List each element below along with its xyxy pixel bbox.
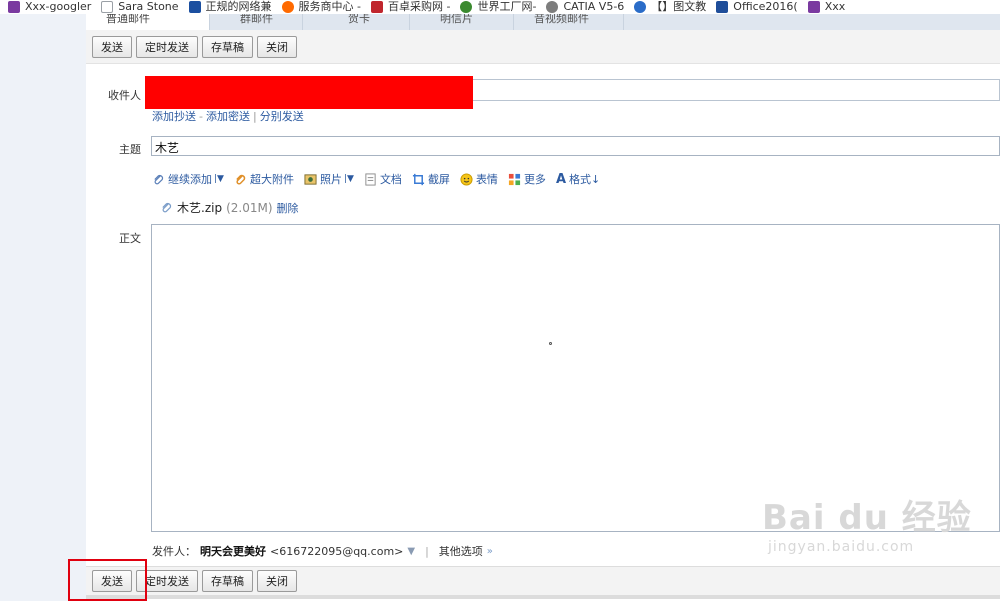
subject-label: 主题: [119, 143, 141, 156]
site-icon: [371, 1, 384, 13]
bookmark-item[interactable]: Office2016(: [716, 0, 798, 14]
bookmark-item[interactable]: Sara Stone: [101, 0, 179, 14]
sender-label: 发件人：: [152, 545, 196, 558]
tab-greeting-card[interactable]: 贺卡: [303, 14, 410, 30]
top-toolbar: 发送 定时发送 存草稿 关闭: [86, 30, 1000, 64]
tab-video-mail[interactable]: 音视频邮件: [514, 14, 624, 30]
separate-send-link[interactable]: 分别发送: [260, 110, 304, 123]
format-button[interactable]: A 格式 ↓: [556, 171, 600, 187]
catia-icon: [546, 1, 559, 13]
emoji-icon: [460, 172, 473, 186]
chevron-double-down-icon[interactable]: »: [487, 546, 493, 557]
bookmark-item[interactable]: Xxx: [807, 0, 845, 14]
photo-button[interactable]: 照片 |▼: [304, 171, 354, 187]
save-draft-button[interactable]: 存草稿: [202, 570, 253, 592]
large-attachment-icon: [236, 174, 246, 184]
office-icon: [716, 1, 729, 13]
add-cc-link[interactable]: 添加抄送: [152, 110, 196, 123]
baidu-watermark: Bai du 经验 jingyan.baidu.com: [762, 498, 972, 555]
sender-email[interactable]: <616722095@qq.com>: [270, 545, 403, 558]
bookmark-item[interactable]: 世界工厂网-: [460, 0, 536, 14]
bookmarks-bar: Xxx-googler Sara Stone 正规的网络兼 服务商中心 - 百卓…: [0, 0, 1000, 14]
bookmark-icon: [807, 1, 820, 13]
scheduled-send-button[interactable]: 定时发送: [136, 35, 198, 58]
body-label: 正文: [119, 232, 141, 245]
factory-icon: [460, 1, 473, 13]
continue-add-button[interactable]: 继续添加 |▼: [152, 171, 224, 187]
left-panel: [0, 14, 86, 601]
bookmark-item[interactable]: CATIA V5-6: [546, 0, 624, 14]
tab-group-mail[interactable]: 群邮件: [210, 14, 303, 30]
chevron-down-icon[interactable]: |▼: [344, 174, 354, 184]
format-toggle-icon: ↓: [591, 172, 601, 186]
bookmark-item[interactable]: 服务商中心 -: [281, 0, 361, 14]
attachment-filename: 木艺.zip: [177, 201, 223, 215]
close-button[interactable]: 关闭: [257, 570, 297, 592]
bottom-toolbar: 发送 定时发送 存草稿 关闭: [86, 566, 1000, 599]
subject-input[interactable]: 木艺: [151, 136, 1000, 156]
document-icon: [365, 172, 376, 186]
emoji-button[interactable]: 表情: [460, 171, 498, 187]
more-icon: [508, 173, 521, 185]
bookmark-item[interactable]: 正规的网络兼: [188, 0, 272, 14]
send-button[interactable]: 发送: [92, 35, 132, 58]
sender-line: 发件人： 明天会更美好 <616722095@qq.com> ▼ | 其他选项 …: [152, 543, 493, 559]
paw-icon: [188, 1, 201, 13]
chevron-down-icon[interactable]: |▼: [214, 174, 224, 184]
compose-tabs: 普通邮件 群邮件 贺卡 明信片 音视频邮件: [86, 14, 1000, 30]
sender-name: 明天会更美好: [200, 545, 266, 558]
bookmark-item[interactable]: Xxx-googler: [8, 0, 91, 14]
send-button-highlight: [68, 559, 147, 601]
add-bcc-link[interactable]: 添加密送: [206, 110, 250, 123]
attachment-size: (2.01M): [226, 200, 273, 215]
sender-dropdown-icon[interactable]: ▼: [407, 546, 415, 557]
paw-icon: [634, 1, 647, 13]
attachment-delete-link[interactable]: 删除: [277, 200, 299, 216]
shop-icon: [281, 1, 294, 13]
paperclip-icon: [162, 202, 172, 213]
more-button[interactable]: 更多: [508, 171, 546, 187]
tab-normal-mail[interactable]: 普通邮件: [86, 14, 210, 30]
format-icon: A: [555, 171, 566, 187]
screenshot-icon: [412, 173, 425, 185]
recipient-redaction: [145, 76, 473, 109]
bookmark-item[interactable]: 【】图文教: [634, 0, 706, 14]
attached-file: 木艺.zip (2.01M) 删除: [160, 199, 299, 216]
screenshot-button[interactable]: 截屏: [412, 171, 450, 187]
save-draft-button[interactable]: 存草稿: [202, 35, 253, 58]
large-attachment-button[interactable]: 超大附件: [234, 171, 294, 187]
other-options-link[interactable]: 其他选项: [439, 543, 483, 559]
photo-icon: [304, 173, 317, 185]
message-body-editor[interactable]: [151, 224, 1000, 532]
close-button[interactable]: 关闭: [257, 35, 297, 58]
document-button[interactable]: 文档: [364, 171, 402, 187]
page-icon: [101, 1, 114, 13]
bookmark-icon: [8, 1, 20, 13]
recipient-label: 收件人: [108, 89, 141, 102]
text-cursor: [549, 342, 552, 345]
bookmark-item[interactable]: 百卓采购网 -: [371, 0, 450, 14]
cc-links: 添加抄送 - 添加密送 | 分别发送: [152, 110, 304, 123]
tab-postcard[interactable]: 明信片: [410, 14, 514, 30]
divider: |: [425, 544, 429, 558]
paperclip-icon: [154, 174, 164, 184]
attachment-toolbar: 继续添加 |▼ 超大附件 照片 |▼ 文档 截屏 表情 更多 A 格式 ↓: [152, 170, 610, 188]
